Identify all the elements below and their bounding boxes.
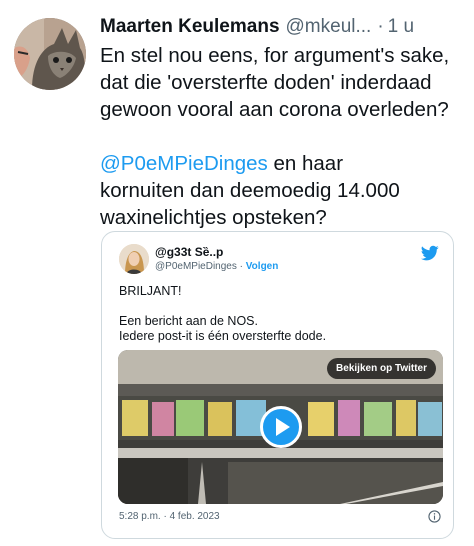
- separator-dot: ·: [236, 261, 246, 272]
- embedded-timestamp[interactable]: 5:28 p.m. · 4 feb. 2023: [119, 511, 220, 522]
- separator-dot: ·: [377, 16, 384, 37]
- follow-link[interactable]: Volgen: [246, 261, 279, 272]
- tweet: Maarten Keulemans @mkeul... · 1 u En stel n…: [0, 0, 474, 546]
- tweet-line: gewoon vooral aan corona overleden?: [100, 98, 449, 121]
- tweet-line: @P0eMPieDinges en haar: [100, 150, 465, 177]
- tweet-text: En stel nou eens, for argument's sake, d…: [100, 42, 465, 231]
- video-thumbnail[interactable]: Bekijken op Twitter: [118, 350, 443, 504]
- embedded-author-name[interactable]: @g33t Sȅ..p: [155, 245, 223, 259]
- embedded-line: BRILJANT!: [119, 284, 182, 298]
- tweet-line: waxinelichtjes opsteken?: [100, 206, 327, 229]
- watch-on-twitter-button[interactable]: Bekijken op Twitter: [327, 358, 436, 379]
- tweet-line: En stel nou eens, for argument's sake,: [100, 44, 450, 67]
- embedded-author-handle[interactable]: @P0eMPieDinges: [155, 261, 237, 272]
- embedded-author-line: @P0eMPieDinges · Volgen: [155, 261, 278, 272]
- twitter-bird-icon[interactable]: [421, 244, 439, 262]
- embedded-text: BRILJANT! Een bericht aan de NOS. Iedere…: [119, 284, 326, 344]
- info-icon[interactable]: [428, 510, 441, 523]
- embedded-avatar[interactable]: [119, 244, 149, 274]
- tweet-header: Maarten Keulemans @mkeul... · 1 u: [100, 14, 468, 40]
- tweet-time[interactable]: 1 u: [388, 16, 414, 37]
- tweet-line: dat die 'oversterfte doden' inderdaad: [100, 71, 432, 94]
- author-handle[interactable]: @mkeul...: [286, 16, 372, 37]
- author-name[interactable]: Maarten Keulemans: [100, 16, 280, 37]
- play-icon: [276, 418, 290, 436]
- embedded-tweet[interactable]: @g33t Sȅ..p @P0eMPieDinges · Volgen BRIL…: [101, 231, 454, 539]
- mention-link[interactable]: @P0eMPieDinges: [100, 152, 268, 175]
- play-button[interactable]: [260, 406, 302, 448]
- tweet-line-rest: en haar: [267, 152, 344, 175]
- tweet-line: kornuiten dan deemoedig 14.000: [100, 179, 400, 202]
- embedded-line: Iedere post-it is één oversterfte dode.: [119, 329, 327, 343]
- author-avatar[interactable]: [14, 18, 86, 90]
- embedded-line: Een bericht aan de NOS.: [119, 314, 258, 328]
